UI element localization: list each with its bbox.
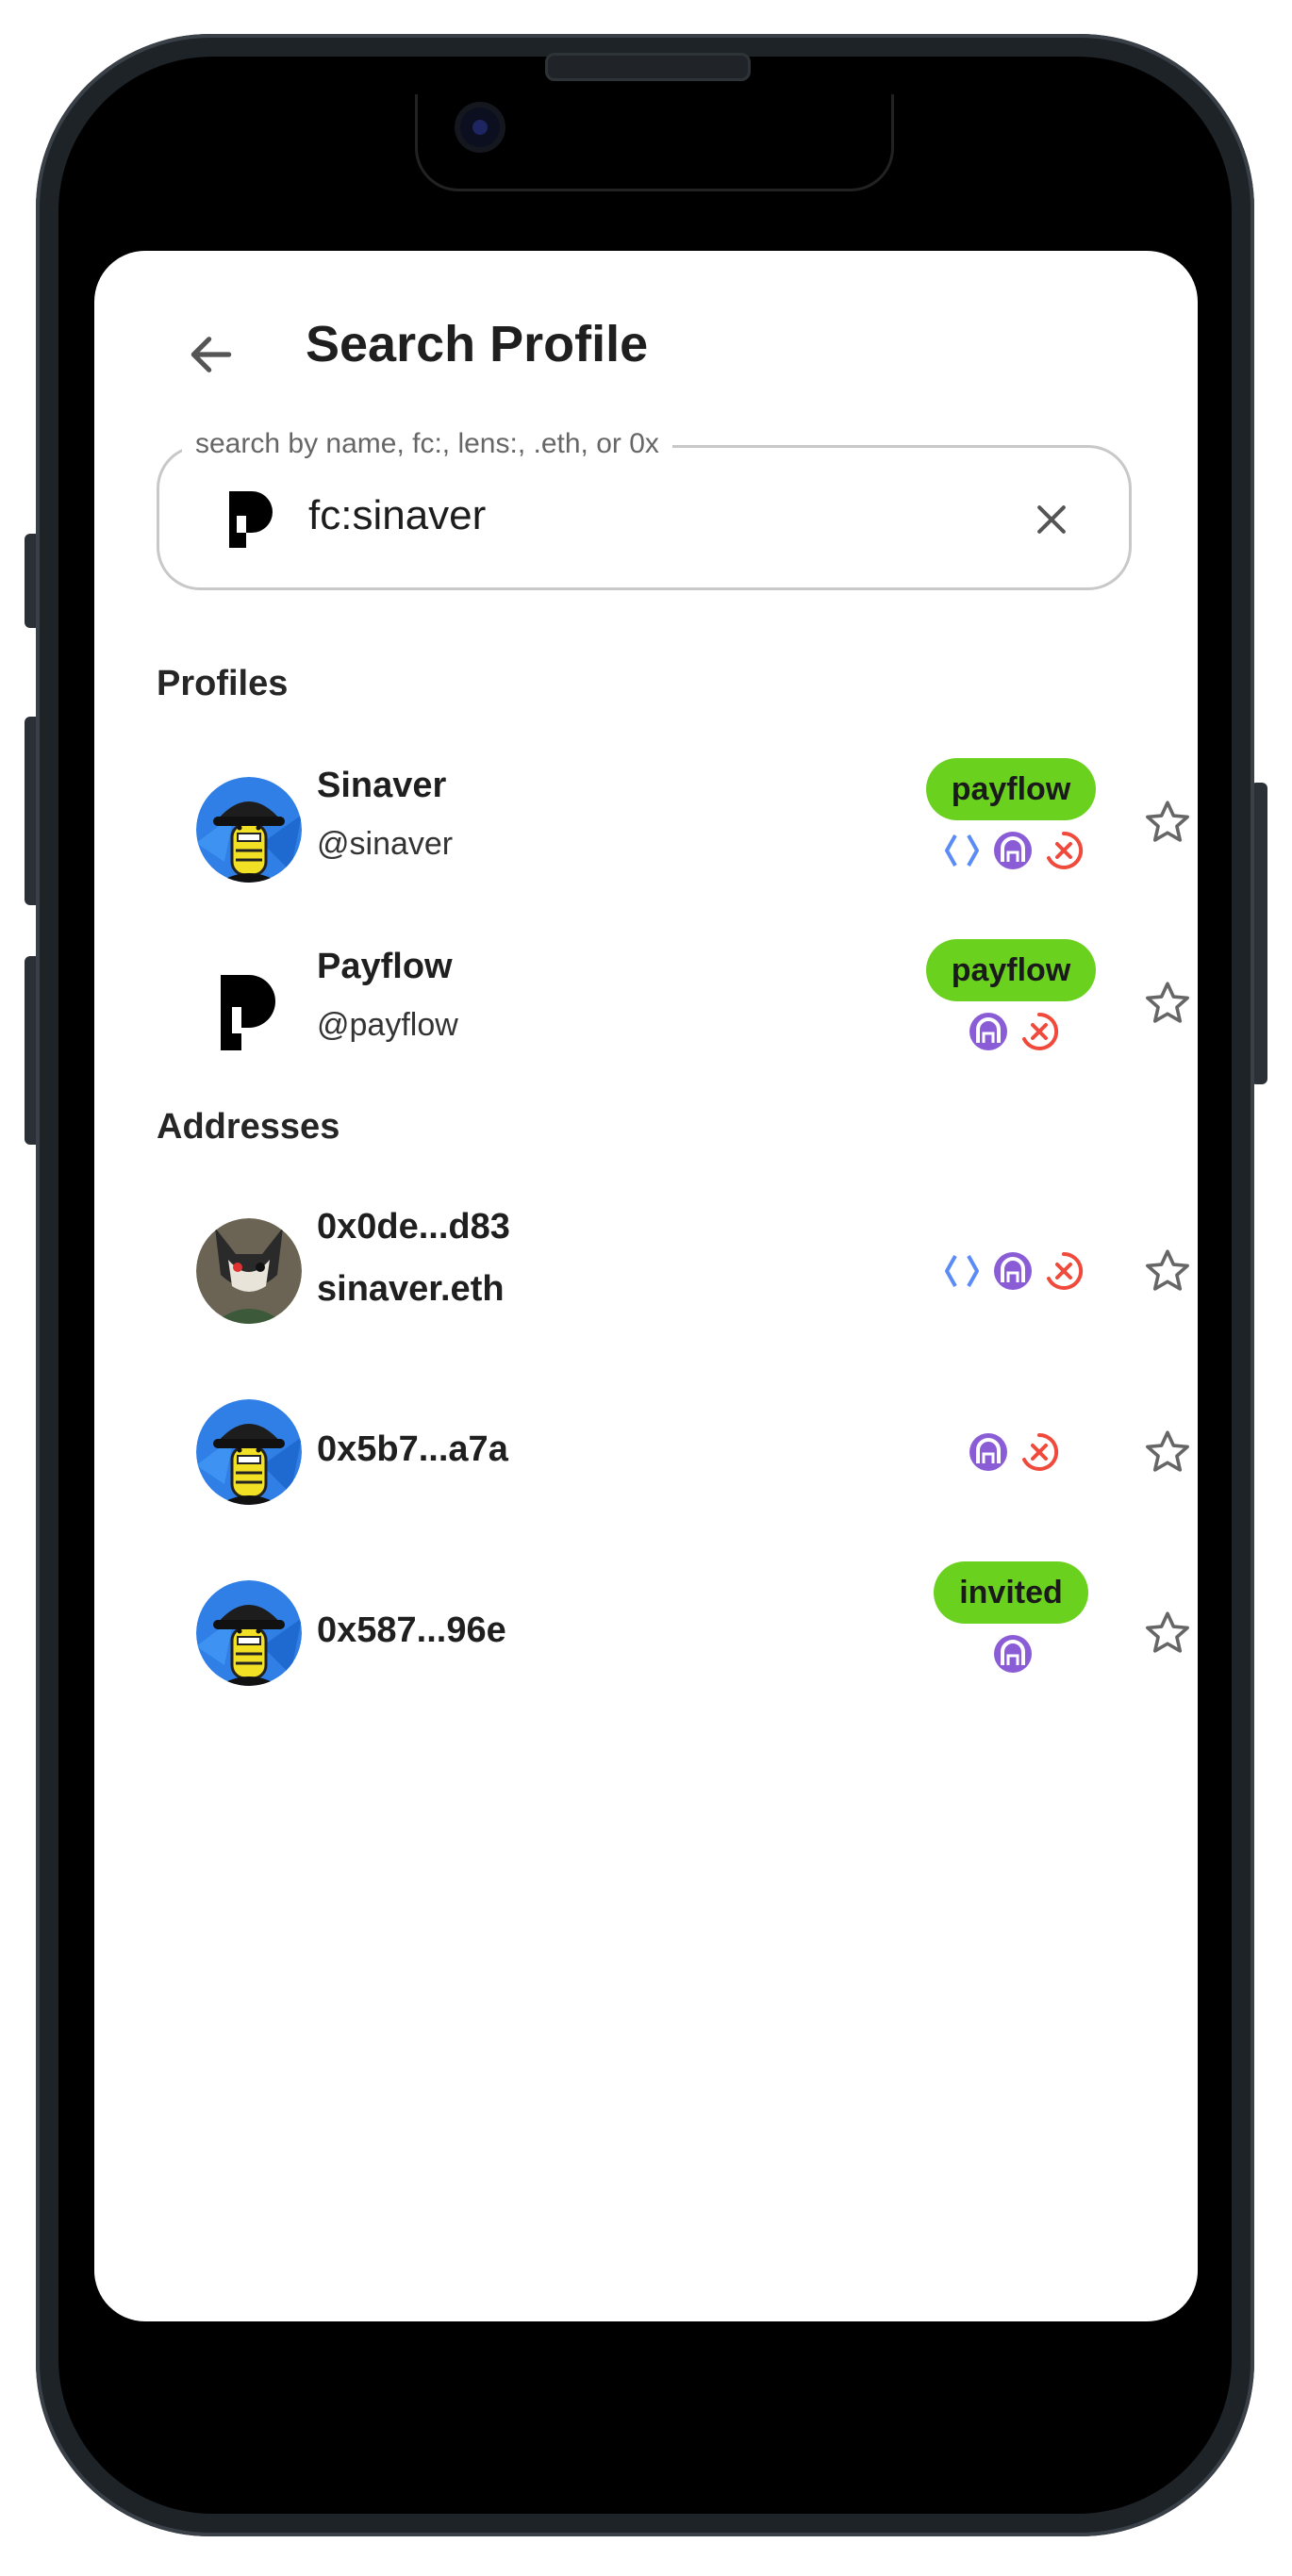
invited-badge: invited bbox=[934, 1561, 1088, 1624]
xmtp-icon bbox=[1022, 1432, 1059, 1471]
address-text: 0x5b7...a7a bbox=[317, 1429, 508, 1469]
ens-icon bbox=[945, 834, 979, 867]
search-field[interactable]: search by name, fc:, lens:, .eth, or 0x bbox=[157, 425, 1132, 590]
clear-search-button[interactable] bbox=[1021, 489, 1082, 550]
star-outline-icon bbox=[1146, 1611, 1189, 1653]
xmtp-icon bbox=[1022, 1012, 1059, 1050]
speaker-grille bbox=[545, 53, 751, 81]
profile-row-payflow[interactable]: Payflow @payflow payflow bbox=[196, 939, 1189, 1081]
xmtp-icon bbox=[1047, 831, 1084, 869]
search-label: search by name, fc:, lens:, .eth, or 0x bbox=[182, 425, 672, 463]
avatar bbox=[196, 1580, 302, 1686]
lens-icon bbox=[994, 1635, 1032, 1673]
app-screen: Search Profile search by name, fc:, lens… bbox=[94, 251, 1198, 2321]
ens-name: sinaver.eth bbox=[317, 1269, 505, 1309]
lens-icon bbox=[969, 1013, 1007, 1050]
address-row[interactable]: 0x0de...d83 sinaver.eth bbox=[196, 1199, 1189, 1341]
favorite-star-button[interactable] bbox=[1139, 1605, 1196, 1661]
profile-row-sinaver[interactable]: Sinaver @sinaver payflow bbox=[196, 758, 1189, 900]
avatar bbox=[196, 1399, 302, 1505]
lens-icon bbox=[969, 1433, 1007, 1471]
profile-name: Sinaver bbox=[317, 766, 447, 805]
profile-name: Payflow bbox=[317, 947, 453, 986]
section-profiles-label: Profiles bbox=[157, 664, 289, 703]
profile-handle: @payflow bbox=[317, 1007, 458, 1043]
search-input[interactable] bbox=[308, 482, 969, 550]
avatar bbox=[196, 958, 302, 1064]
payflow-logo-icon bbox=[229, 491, 273, 548]
favorite-star-button[interactable] bbox=[1139, 975, 1196, 1032]
profile-handle: @sinaver bbox=[317, 826, 454, 862]
star-outline-icon bbox=[1146, 982, 1189, 1023]
xmtp-icon bbox=[1047, 1251, 1084, 1290]
page-title: Search Profile bbox=[306, 316, 649, 372]
payflow-badge: payflow bbox=[926, 939, 1096, 1001]
star-outline-icon bbox=[1146, 801, 1189, 842]
section-addresses-label: Addresses bbox=[157, 1107, 340, 1147]
star-outline-icon bbox=[1146, 1430, 1189, 1472]
star-outline-icon bbox=[1146, 1249, 1189, 1291]
back-button[interactable] bbox=[174, 317, 249, 392]
favorite-star-button[interactable] bbox=[1139, 1243, 1196, 1299]
address-row[interactable]: 0x587...96e invited bbox=[196, 1561, 1189, 1703]
avatar bbox=[196, 1218, 302, 1324]
ens-icon bbox=[945, 1255, 979, 1287]
front-camera bbox=[460, 107, 500, 147]
address-row[interactable]: 0x5b7...a7a bbox=[196, 1380, 1189, 1522]
arrow-left-icon bbox=[190, 337, 232, 372]
close-icon bbox=[1037, 505, 1066, 534]
payflow-badge: payflow bbox=[926, 758, 1096, 820]
lens-icon bbox=[994, 1252, 1032, 1290]
lens-icon bbox=[994, 832, 1032, 869]
address-text: 0x0de...d83 bbox=[317, 1207, 510, 1247]
address-text: 0x587...96e bbox=[317, 1610, 506, 1650]
avatar bbox=[196, 777, 302, 883]
favorite-star-button[interactable] bbox=[1139, 1424, 1196, 1480]
favorite-star-button[interactable] bbox=[1139, 794, 1196, 850]
